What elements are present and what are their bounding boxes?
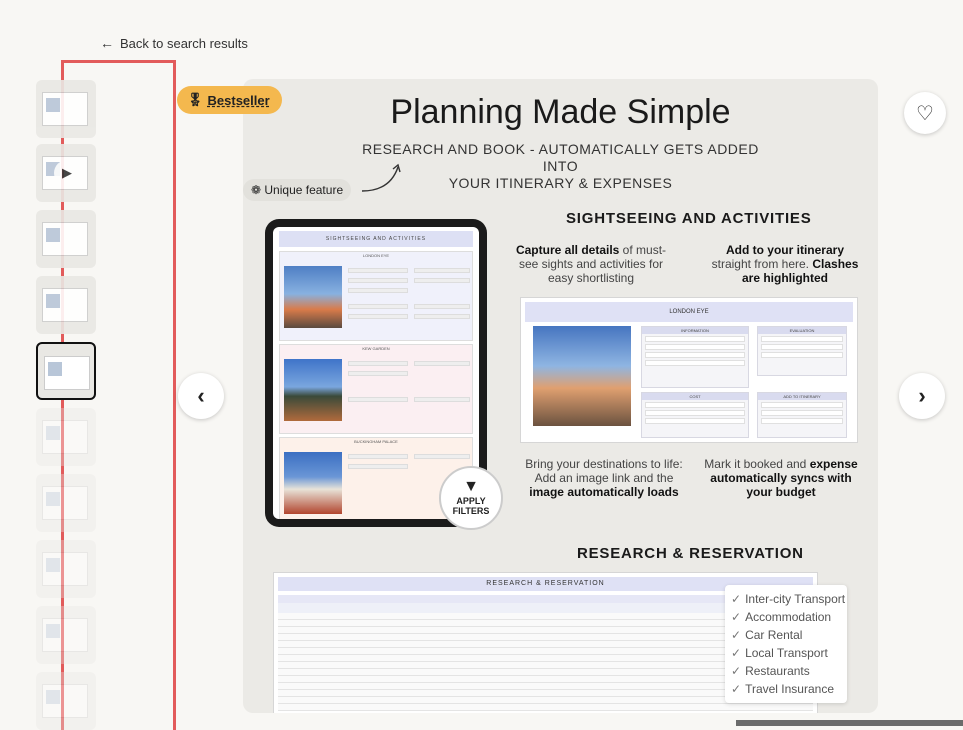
medal-icon: 🎖 [187, 92, 204, 107]
thumbnail-2[interactable]: ▶ [36, 144, 96, 202]
checklist-item: ✓ Inter-city Transport [731, 592, 846, 606]
detail-card-title: LONDON EYE [525, 302, 853, 322]
chevron-left-icon: ‹ [197, 383, 205, 408]
favorite-button[interactable]: ♡ [904, 92, 946, 134]
check-icon: ✓ [731, 592, 742, 606]
note-add-itinerary: Add to your itinerary straight from here… [711, 243, 859, 285]
thumbnail-5[interactable] [36, 342, 96, 400]
bestseller-badge: 🎖 Bestseller [177, 86, 282, 114]
information-block: INFORMATION [641, 326, 749, 388]
sightseeing-heading: SIGHTSEEING AND ACTIVITIES [566, 210, 812, 227]
check-icon: ✓ [731, 646, 742, 660]
bottom-bar [736, 720, 963, 726]
back-to-search-link[interactable]: ← Back to search results [100, 35, 248, 51]
kew-garden-photo [284, 359, 342, 421]
checklist-item: ✓ Restaurants [731, 664, 810, 678]
checklist-item: ✓ Car Rental [731, 628, 803, 642]
listing-main-image: Planning Made Simple RESEARCH AND BOOK -… [243, 79, 878, 713]
next-image-button[interactable]: › [899, 373, 945, 419]
thumbnail-7[interactable] [36, 474, 96, 532]
image-title: Planning Made Simple [390, 93, 731, 131]
note-capture-details: Capture all details of must-see sights a… [515, 243, 667, 285]
check-icon: ✓ [731, 610, 742, 624]
thumbnail-1[interactable] [36, 80, 96, 138]
london-eye-photo [284, 266, 342, 328]
thumbnail-8[interactable] [36, 540, 96, 598]
apply-filters-badge: ▼ APPLY FILTERS [439, 466, 503, 530]
thumbnail-6[interactable] [36, 408, 96, 466]
curved-arrow-icon [361, 163, 401, 192]
arrow-left-icon: ← [100, 35, 114, 51]
checklist-item: ✓ Local Transport [731, 646, 828, 660]
buckingham-palace-photo [284, 452, 342, 514]
note-image-loads: Bring your destinations to life: Add an … [525, 457, 683, 499]
image-subtitle: RESEARCH AND BOOK - AUTOMATICALLY GETS A… [362, 141, 759, 191]
thumbnail-4[interactable] [36, 276, 96, 334]
check-icon: ✓ [731, 664, 742, 678]
category-checklist: ✓ Inter-city Transport ✓ Accommodation ✓ Car … [725, 585, 847, 703]
tablet-header: SIGHTSEEING AND ACTIVITIES [279, 231, 473, 247]
previous-image-button[interactable]: ‹ [178, 373, 224, 419]
back-link-label: Back to search results [120, 35, 248, 51]
checklist-item: ✓ Travel Insurance [731, 682, 834, 696]
note-expense-sync: Mark it booked and expense automatically… [704, 457, 858, 499]
check-icon: ✓ [731, 682, 742, 696]
check-icon: ✓ [731, 628, 742, 642]
heart-icon: ♡ [916, 102, 934, 125]
tablet-card-kew-garden: KEW GARDEN [279, 344, 473, 434]
evaluation-block: EVALUATION [757, 326, 847, 376]
detail-photo [533, 326, 631, 426]
funnel-icon: ▼ [463, 478, 479, 495]
checklist-item: ✓ Accommodation [731, 610, 832, 624]
add-to-itinerary-block: ADD TO ITINERARY [757, 392, 847, 438]
unique-feature-label: ❁ Unique feature [243, 179, 352, 201]
cost-block: COST [641, 392, 749, 438]
play-icon: ▶ [54, 160, 80, 186]
thumbnail-3[interactable] [36, 210, 96, 268]
activity-detail-card: LONDON EYE INFORMATION EVALUATION COST A… [520, 297, 858, 443]
tablet-card-london-eye: LONDON EYE [279, 251, 473, 341]
reservation-heading: RESEARCH & RESERVATION [577, 545, 804, 562]
chevron-right-icon: › [918, 383, 926, 408]
thumbnail-9[interactable] [36, 606, 96, 664]
thumbnail-10[interactable] [36, 672, 96, 730]
